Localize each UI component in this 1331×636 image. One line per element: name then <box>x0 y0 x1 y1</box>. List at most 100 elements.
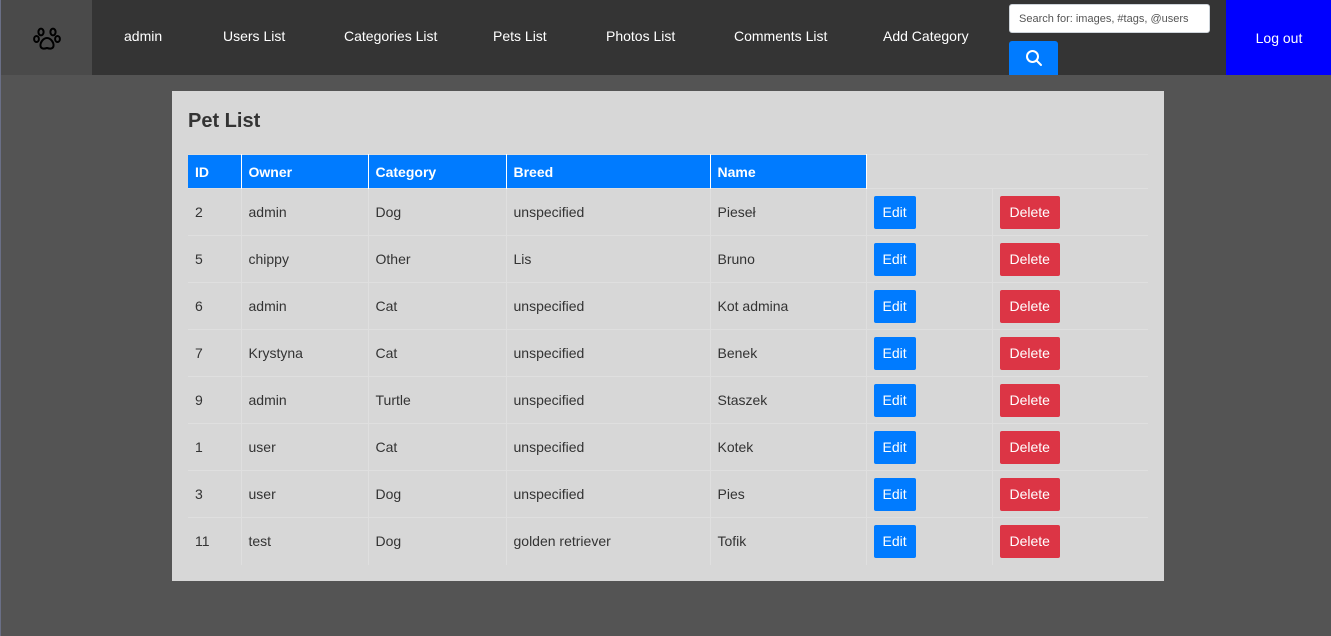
column-header-id: ID <box>188 154 242 189</box>
cell-edit: Edit <box>866 282 993 330</box>
edit-button[interactable]: Edit <box>873 289 916 323</box>
cell-edit: Edit <box>866 329 993 377</box>
cell-id: 5 <box>188 235 242 283</box>
cell-delete: Delete <box>992 423 1148 471</box>
cell-owner: admin <box>241 282 369 330</box>
cell-category: Other <box>368 235 507 283</box>
cell-delete: Delete <box>992 282 1148 330</box>
nav-photos-list[interactable]: Photos List <box>606 0 675 72</box>
cell-name: Tofik <box>710 517 867 565</box>
nav-comments-list[interactable]: Comments List <box>734 0 827 72</box>
cell-category: Turtle <box>368 376 507 424</box>
delete-button[interactable]: Delete <box>999 289 1060 323</box>
cell-delete: Delete <box>992 517 1148 565</box>
nav-users-list[interactable]: Users List <box>223 0 285 72</box>
cell-id: 3 <box>188 470 242 518</box>
edit-button[interactable]: Edit <box>873 242 916 276</box>
cell-category: Cat <box>368 423 507 471</box>
column-header-category: Category <box>368 154 507 189</box>
cell-edit: Edit <box>866 188 993 236</box>
search-input[interactable] <box>1009 4 1210 33</box>
cell-name: Pieseł <box>710 188 867 236</box>
delete-button[interactable]: Delete <box>999 430 1060 464</box>
cell-id: 11 <box>188 517 242 565</box>
cell-id: 9 <box>188 376 242 424</box>
edit-button[interactable]: Edit <box>873 430 916 464</box>
search-button[interactable] <box>1009 41 1058 75</box>
delete-button[interactable]: Delete <box>999 524 1060 558</box>
cell-breed: golden retriever <box>506 517 711 565</box>
cell-owner: admin <box>241 188 369 236</box>
cell-name: Kot admina <box>710 282 867 330</box>
logout-button[interactable]: Log out <box>1226 0 1331 75</box>
cell-edit: Edit <box>866 235 993 283</box>
column-header-name: Name <box>710 154 867 189</box>
search-icon <box>1025 50 1042 66</box>
cell-category: Dog <box>368 188 507 236</box>
cell-name: Benek <box>710 329 867 377</box>
edit-button[interactable]: Edit <box>873 477 916 511</box>
table-row: 3 user Dog unspecified Pies Edit Delete <box>188 470 1148 518</box>
cell-edit: Edit <box>866 517 993 565</box>
cell-breed: unspecified <box>506 188 711 236</box>
cell-delete: Delete <box>992 470 1148 518</box>
cell-id: 2 <box>188 188 242 236</box>
cell-id: 7 <box>188 329 242 377</box>
cell-delete: Delete <box>992 188 1148 236</box>
cell-breed: unspecified <box>506 282 711 330</box>
table-row: 11 test Dog golden retriever Tofik Edit Delete <box>188 517 1148 565</box>
table-row: 6 admin Cat unspecified Kot admina Edit Delete <box>188 282 1148 330</box>
delete-button[interactable]: Delete <box>999 336 1060 370</box>
cell-breed: unspecified <box>506 470 711 518</box>
column-header-edit-blank <box>866 154 992 189</box>
table-row: 9 admin Turtle unspecified Staszek Edit Delete <box>188 376 1148 424</box>
delete-button[interactable]: Delete <box>999 477 1060 511</box>
cell-owner: test <box>241 517 369 565</box>
cell-category: Cat <box>368 329 507 377</box>
cell-delete: Delete <box>992 329 1148 377</box>
nav-pets-list[interactable]: Pets List <box>493 0 547 72</box>
cell-edit: Edit <box>866 470 993 518</box>
delete-button[interactable]: Delete <box>999 383 1060 417</box>
nav-admin[interactable]: admin <box>124 0 162 72</box>
cell-owner: user <box>241 423 369 471</box>
nav-add-category[interactable]: Add Category <box>883 0 969 72</box>
cell-owner: Krystyna <box>241 329 369 377</box>
cell-category: Dog <box>368 517 507 565</box>
cell-name: Kotek <box>710 423 867 471</box>
edit-button[interactable]: Edit <box>873 336 916 370</box>
nav-categories-list[interactable]: Categories List <box>344 0 437 72</box>
cell-breed: unspecified <box>506 376 711 424</box>
edit-button[interactable]: Edit <box>873 383 916 417</box>
cell-owner: admin <box>241 376 369 424</box>
cell-breed: Lis <box>506 235 711 283</box>
cell-id: 6 <box>188 282 242 330</box>
delete-button[interactable]: Delete <box>999 242 1060 276</box>
cell-id: 1 <box>188 423 242 471</box>
table-row: 5 chippy Other Lis Bruno Edit Delete <box>188 235 1148 283</box>
logo[interactable] <box>1 0 92 75</box>
cell-name: Pies <box>710 470 867 518</box>
edit-button[interactable]: Edit <box>873 524 916 558</box>
cell-name: Bruno <box>710 235 867 283</box>
pet-list-panel: Pet List ID Owner Category Breed Name 2a… <box>172 91 1164 581</box>
cell-category: Dog <box>368 470 507 518</box>
cell-breed: unspecified <box>506 329 711 377</box>
cell-name: Staszek <box>710 376 867 424</box>
cell-owner: chippy <box>241 235 369 283</box>
page-title: Pet List <box>188 110 261 132</box>
cell-breed: unspecified <box>506 423 711 471</box>
column-header-delete-blank <box>992 154 1148 189</box>
cell-delete: Delete <box>992 376 1148 424</box>
table-row: 2 admin Dog unspecified Pieseł Edit Delete <box>188 188 1148 236</box>
edit-button[interactable]: Edit <box>873 195 916 229</box>
cell-edit: Edit <box>866 376 993 424</box>
table-row: 7 Krystyna Cat unspecified Benek Edit Delete <box>188 329 1148 377</box>
delete-button[interactable]: Delete <box>999 195 1060 229</box>
table-row: 1 user Cat unspecified Kotek Edit Delete <box>188 423 1148 471</box>
top-navbar: admin Users List Categories List Pets Li… <box>1 0 1331 75</box>
paw-icon <box>32 27 61 50</box>
cell-delete: Delete <box>992 235 1148 283</box>
pet-table: ID Owner Category Breed Name 2 admin Dog un… <box>188 154 1148 565</box>
cell-category: Cat <box>368 282 507 330</box>
